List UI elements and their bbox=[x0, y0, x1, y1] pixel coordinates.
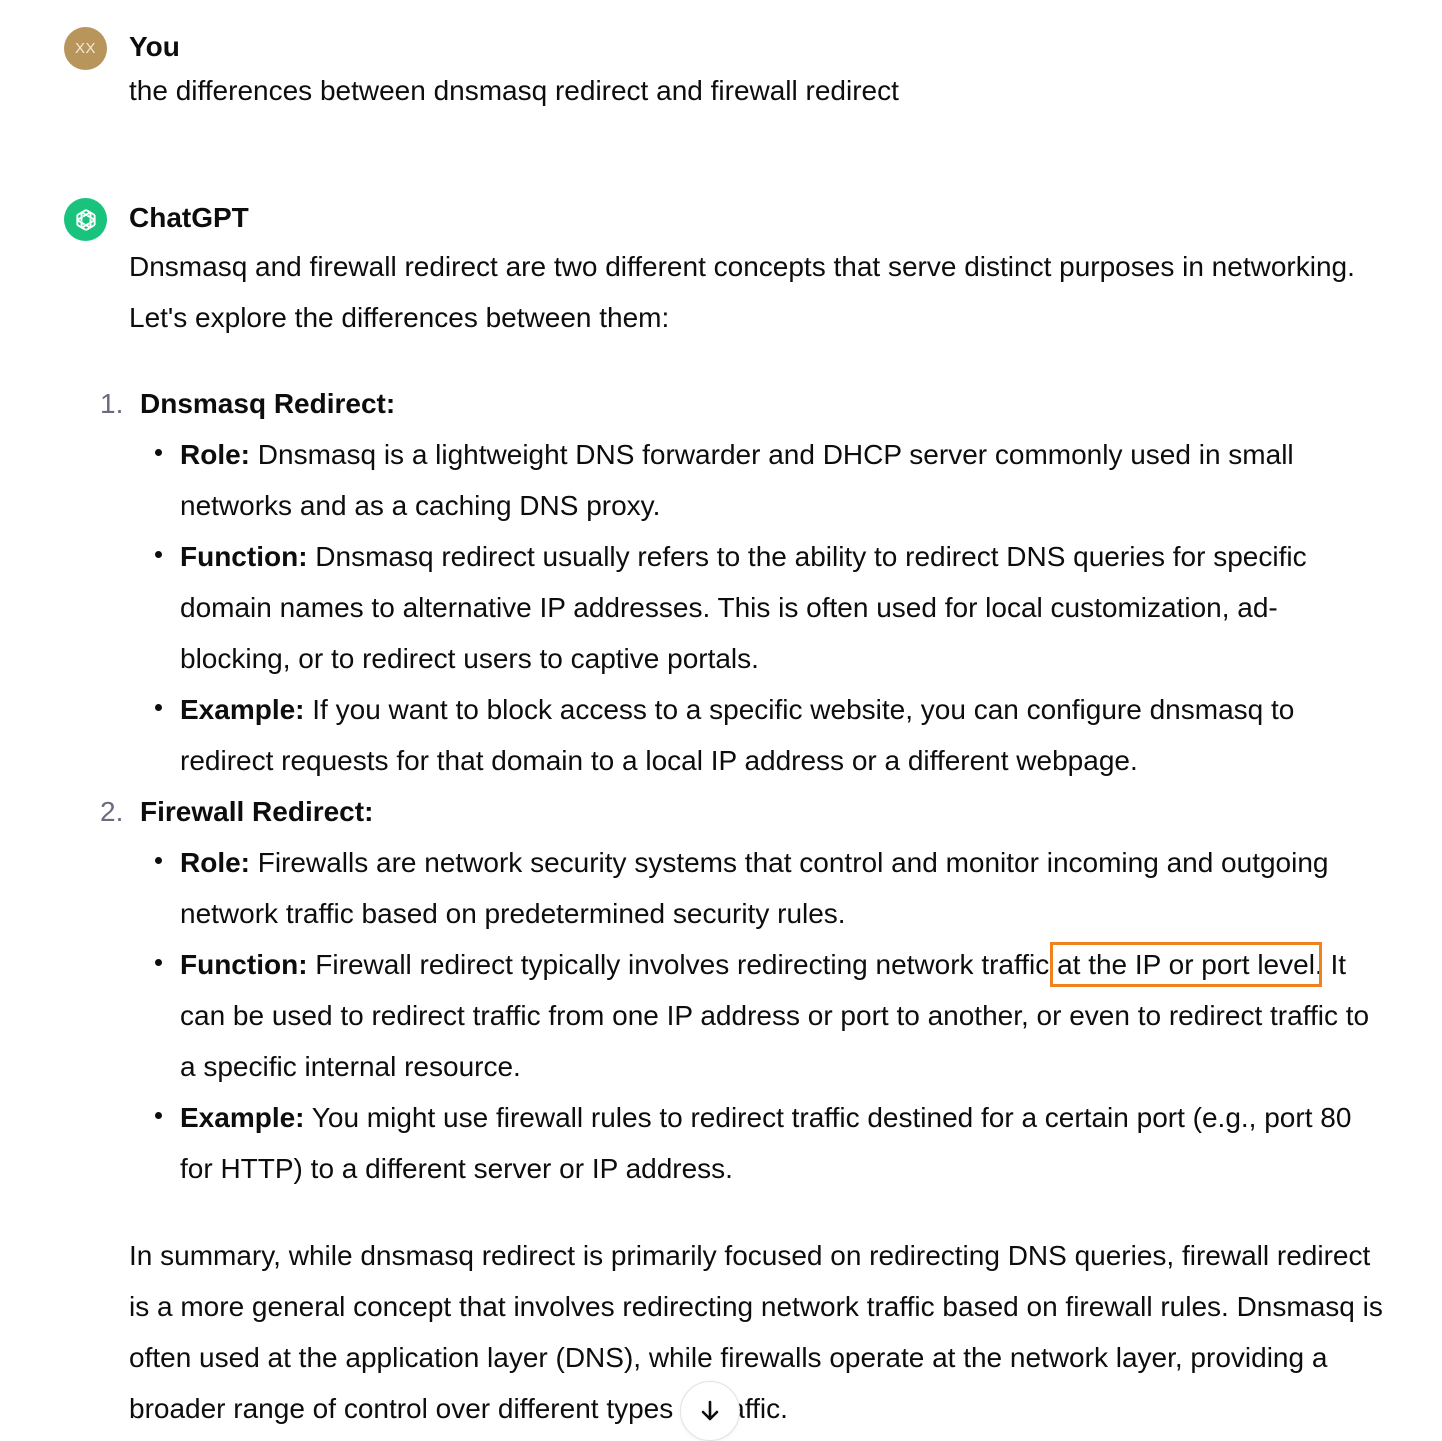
bullet-dot bbox=[155, 1112, 162, 1119]
bullet-dot bbox=[155, 449, 162, 456]
item-text: Dnsmasq redirect usually refers to the a… bbox=[180, 541, 1307, 674]
highlighted-phrase: at the IP or port level bbox=[1050, 942, 1322, 987]
item-text: Dnsmasq is a lightweight DNS forwarder a… bbox=[180, 439, 1294, 521]
bullet-dot bbox=[155, 551, 162, 558]
item-label: Role: bbox=[180, 847, 250, 878]
item-label: Example: bbox=[180, 694, 305, 725]
arrow-down-icon bbox=[701, 1400, 719, 1421]
item-text: Firewall redirect typically involves red… bbox=[307, 949, 1058, 980]
item-text: Firewalls are network security systems t… bbox=[180, 847, 1329, 929]
list-item: Function: Firewall redirect typically in… bbox=[0, 939, 1442, 1092]
list-item: Example: You might use firewall rules to… bbox=[0, 1092, 1442, 1194]
item-label: Function: bbox=[180, 541, 308, 572]
section-title: Dnsmasq Redirect: bbox=[140, 388, 396, 419]
section-items: Role: Firewalls are network security sys… bbox=[0, 837, 1442, 1194]
differences-list: 1. Dnsmasq Redirect: Role: Dnsmasq is a … bbox=[0, 378, 1442, 1194]
item-label: Example: bbox=[180, 1102, 305, 1133]
assistant-intro-text: Dnsmasq and firewall redirect are two di… bbox=[129, 251, 1355, 333]
assistant-author-name: ChatGPT bbox=[129, 202, 249, 233]
assistant-summary-text: In summary, while dnsmasq redirect is pr… bbox=[129, 1240, 1383, 1424]
section-dnsmasq-redirect: 1. Dnsmasq Redirect: Role: Dnsmasq is a … bbox=[0, 378, 1442, 786]
list-item: Example: If you want to block access to … bbox=[0, 684, 1442, 786]
scroll-to-bottom-button[interactable] bbox=[680, 1381, 740, 1441]
list-item: Function: Dnsmasq redirect usually refer… bbox=[0, 531, 1442, 684]
section-number: 1. bbox=[100, 388, 124, 419]
section-title: Firewall Redirect: bbox=[140, 796, 374, 827]
item-label: Role: bbox=[180, 439, 250, 470]
section-items: Role: Dnsmasq is a lightweight DNS forwa… bbox=[0, 429, 1442, 786]
item-text: If you want to block access to a specifi… bbox=[180, 694, 1295, 776]
user-avatar-initials: XX bbox=[74, 40, 96, 57]
item-label: Function: bbox=[180, 949, 308, 980]
user-message-text: the differences between dnsmasq redirect… bbox=[129, 75, 899, 106]
assistant-avatar bbox=[64, 198, 107, 241]
item-text: You might use firewall rules to redirect… bbox=[180, 1102, 1352, 1184]
section-number: 2. bbox=[100, 796, 124, 827]
list-item: Role: Dnsmasq is a lightweight DNS forwa… bbox=[0, 429, 1442, 531]
user-author-name: You bbox=[129, 31, 180, 62]
bullet-dot bbox=[155, 704, 162, 711]
openai-logo-icon bbox=[75, 208, 96, 231]
bullet-dot bbox=[155, 857, 162, 864]
user-avatar: XX bbox=[64, 27, 107, 70]
bullet-dot bbox=[155, 959, 162, 966]
section-firewall-redirect: 2. Firewall Redirect: Role: Firewalls ar… bbox=[0, 786, 1442, 1194]
list-item: Role: Firewalls are network security sys… bbox=[0, 837, 1442, 939]
